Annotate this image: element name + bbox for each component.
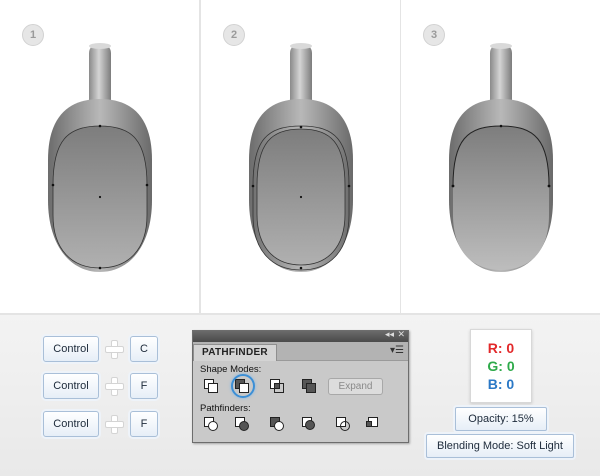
divide-icon[interactable] — [204, 417, 218, 431]
unite-icon[interactable] — [204, 379, 218, 393]
control-key: Control — [43, 373, 99, 399]
scoop-illustration — [449, 43, 553, 272]
control-key: Control — [43, 336, 99, 362]
plus-icon — [105, 340, 124, 359]
intersect-icon[interactable] — [270, 379, 284, 393]
c-key: C — [130, 336, 158, 362]
crop-icon[interactable] — [302, 417, 316, 431]
red-value: R: 0 — [487, 340, 515, 356]
scoop-illustration — [249, 43, 353, 272]
scoop-illustration — [48, 43, 152, 272]
step-panel-2: 2 — [201, 0, 400, 313]
outline-icon[interactable] — [336, 417, 350, 431]
merge-icon[interactable] — [270, 417, 284, 431]
selected-highlight — [231, 374, 255, 398]
pathfinder-panel: ◂◂ ✕ PATHFINDER ▾☰ Shape Modes: Expand P… — [192, 329, 409, 443]
f-key: F — [130, 411, 158, 437]
pathfinders-label: Pathfinders: — [200, 403, 251, 414]
blue-value: B: 0 — [487, 376, 515, 392]
exclude-icon[interactable] — [302, 379, 316, 393]
opacity-label: Opacity: 15% — [455, 407, 547, 431]
illustration-area: 1 2 3 — [0, 0, 600, 315]
green-value: G: 0 — [487, 358, 515, 374]
step-panel-1: 1 — [0, 0, 199, 313]
expand-button[interactable]: Expand — [328, 378, 383, 395]
blending-mode-label: Blending Mode: Soft Light — [426, 434, 574, 458]
rgb-color-card: R: 0 G: 0 B: 0 — [470, 329, 532, 403]
tab-pathfinder[interactable]: PATHFINDER — [193, 344, 277, 361]
menu-icon[interactable]: ▾☰ — [390, 345, 404, 356]
close-icon[interactable]: ✕ — [397, 329, 405, 340]
trim-icon[interactable] — [235, 417, 249, 431]
f-key: F — [130, 373, 158, 399]
plus-icon — [105, 377, 124, 396]
shape-modes-label: Shape Modes: — [200, 364, 262, 375]
control-key: Control — [43, 411, 99, 437]
minus-back-icon[interactable] — [366, 417, 380, 431]
collapse-icon[interactable]: ◂◂ — [385, 329, 394, 340]
panel-title-bar[interactable]: ◂◂ ✕ — [193, 329, 408, 342]
panel-tab-row: PATHFINDER ▾☰ — [193, 342, 408, 361]
step-panel-3: 3 — [401, 0, 600, 313]
plus-icon — [105, 415, 124, 434]
